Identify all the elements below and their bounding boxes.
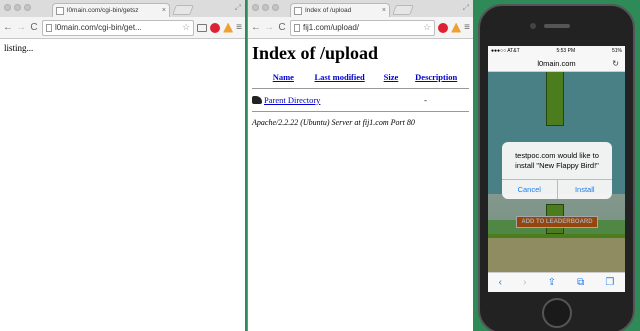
close-window-button[interactable] xyxy=(4,4,11,11)
reload-icon[interactable]: C xyxy=(277,22,287,33)
column-description: Description xyxy=(403,70,469,84)
page-content: listing... xyxy=(0,39,245,57)
extension-red-icon[interactable] xyxy=(438,22,449,33)
new-tab-button[interactable] xyxy=(392,5,414,15)
divider xyxy=(252,88,469,89)
table-header-row: Name Last modified Size Description xyxy=(252,70,469,84)
fullscreen-icon[interactable]: ⤢ xyxy=(235,3,241,13)
safari-address-bar[interactable]: l0main.com ↻ xyxy=(488,56,625,72)
page-icon xyxy=(56,6,64,15)
size-value: - xyxy=(424,95,427,105)
listing-text: listing... xyxy=(4,43,34,53)
close-tab-icon[interactable]: × xyxy=(382,7,386,14)
url-text: l0main.com/cgi-bin/get... xyxy=(55,23,142,32)
safari-url: l0main.com xyxy=(537,59,576,68)
parent-directory-link[interactable]: Parent Directory xyxy=(264,95,320,105)
extension-triangle-icon[interactable] xyxy=(451,22,462,33)
ios-status-bar: ●●●○○ AT&T 5:53 PM 51% xyxy=(488,46,625,56)
minimize-window-button[interactable] xyxy=(262,4,269,11)
forward-icon[interactable]: → xyxy=(16,22,26,33)
tab-title: Index of /upload xyxy=(305,7,352,14)
bookmarks-icon[interactable]: ⧉ xyxy=(577,277,584,288)
new-tab-button[interactable] xyxy=(172,5,194,15)
safari-back-icon[interactable]: ‹ xyxy=(499,277,502,288)
tab-title: l0main.com/cgi-bin/getsz xyxy=(67,7,139,14)
sort-by-description-link[interactable]: Description xyxy=(415,72,457,82)
back-icon[interactable]: ← xyxy=(251,22,261,33)
close-tab-icon[interactable]: × xyxy=(162,7,166,14)
tab-active[interactable]: l0main.com/cgi-bin/getsz × xyxy=(52,3,170,17)
back-icon[interactable]: ← xyxy=(3,22,13,33)
middle-browser-window: Index of /upload × ⤢ ← → C fij1.com/uplo… xyxy=(247,0,473,331)
battery-level: 51% xyxy=(611,48,622,54)
fullscreen-icon[interactable]: ⤢ xyxy=(463,3,469,13)
front-camera xyxy=(530,23,536,29)
tab-strip: l0main.com/cgi-bin/getsz × ⤢ xyxy=(0,0,245,17)
install-button[interactable]: Install xyxy=(556,180,613,199)
sort-by-modified-link[interactable]: Last modified xyxy=(314,72,364,82)
extension-red-icon[interactable] xyxy=(210,22,221,33)
alert-buttons: Cancel Install xyxy=(502,179,612,199)
tab-strip: Index of /upload × ⤢ xyxy=(248,0,473,17)
cancel-button[interactable]: Cancel xyxy=(502,180,557,199)
server-signature: Apache/2.2.22 (Ubuntu) Server at fij1.co… xyxy=(252,118,415,127)
back-folder-icon xyxy=(252,96,262,104)
alert-message: testpoc.com would like to install "New F… xyxy=(515,151,599,170)
divider xyxy=(252,111,469,112)
carrier-signal: ●●●○○ AT&T xyxy=(491,48,520,54)
zoom-window-button[interactable] xyxy=(272,4,279,11)
safari-forward-icon[interactable]: › xyxy=(523,277,526,288)
sort-by-size-link[interactable]: Size xyxy=(384,72,399,82)
window-controls xyxy=(252,4,279,11)
install-alert-dialog: testpoc.com would like to install "New F… xyxy=(502,142,612,199)
column-name: Name xyxy=(266,70,301,84)
menu-icon[interactable]: ≡ xyxy=(464,22,470,33)
column-size: Size xyxy=(379,70,404,84)
page-icon xyxy=(294,23,300,32)
tab-active[interactable]: Index of /upload × xyxy=(290,3,390,17)
directory-table: Name Last modified Size Description xyxy=(252,70,469,84)
zoom-window-button[interactable] xyxy=(24,4,31,11)
page-heading: Index of /upload xyxy=(252,43,379,63)
forward-icon[interactable]: → xyxy=(264,22,274,33)
page-icon xyxy=(294,6,302,15)
left-browser-window: l0main.com/cgi-bin/getsz × ⤢ ← → C l0mai… xyxy=(0,0,245,331)
iphone-device: ●●●○○ AT&T 5:53 PM 51% l0main.com ↻ ADD … xyxy=(478,4,635,331)
bookmark-star-icon[interactable]: ☆ xyxy=(182,22,190,33)
close-window-button[interactable] xyxy=(252,4,259,11)
phone-screen: ●●●○○ AT&T 5:53 PM 51% l0main.com ↻ ADD … xyxy=(488,46,625,292)
earpiece-speaker xyxy=(544,24,570,28)
minimize-window-button[interactable] xyxy=(14,4,21,11)
column-last-modified: Last modified xyxy=(301,70,379,84)
page-icon xyxy=(46,23,52,32)
reload-icon[interactable]: ↻ xyxy=(612,59,619,68)
address-bar[interactable]: fij1.com/upload/ ☆ xyxy=(290,19,436,36)
extension-triangle-icon[interactable] xyxy=(223,22,234,33)
url-text: fij1.com/upload/ xyxy=(303,23,360,32)
window-controls xyxy=(4,4,31,11)
reload-icon[interactable]: C xyxy=(29,22,39,33)
table-row: Parent Directory - xyxy=(252,95,469,105)
cast-icon[interactable] xyxy=(197,23,208,32)
clock: 5:53 PM xyxy=(556,48,576,54)
share-icon[interactable]: ⇪ xyxy=(548,277,556,288)
menu-icon[interactable]: ≡ xyxy=(236,22,242,33)
tabs-icon[interactable]: ❐ xyxy=(605,277,614,288)
home-button[interactable] xyxy=(542,298,572,328)
sort-by-name-link[interactable]: Name xyxy=(273,72,294,82)
browser-toolbar: ← → C fij1.com/upload/ ☆ ≡ xyxy=(248,17,473,39)
safari-toolbar: ‹ › ⇪ ⧉ ❐ xyxy=(488,272,625,292)
bookmark-star-icon[interactable]: ☆ xyxy=(423,22,431,33)
page-content: Index of /upload Name Last modified Size… xyxy=(248,39,473,131)
browser-toolbar: ← → C l0main.com/cgi-bin/get... ☆ ≡ xyxy=(0,17,245,39)
address-bar[interactable]: l0main.com/cgi-bin/get... ☆ xyxy=(42,19,195,36)
